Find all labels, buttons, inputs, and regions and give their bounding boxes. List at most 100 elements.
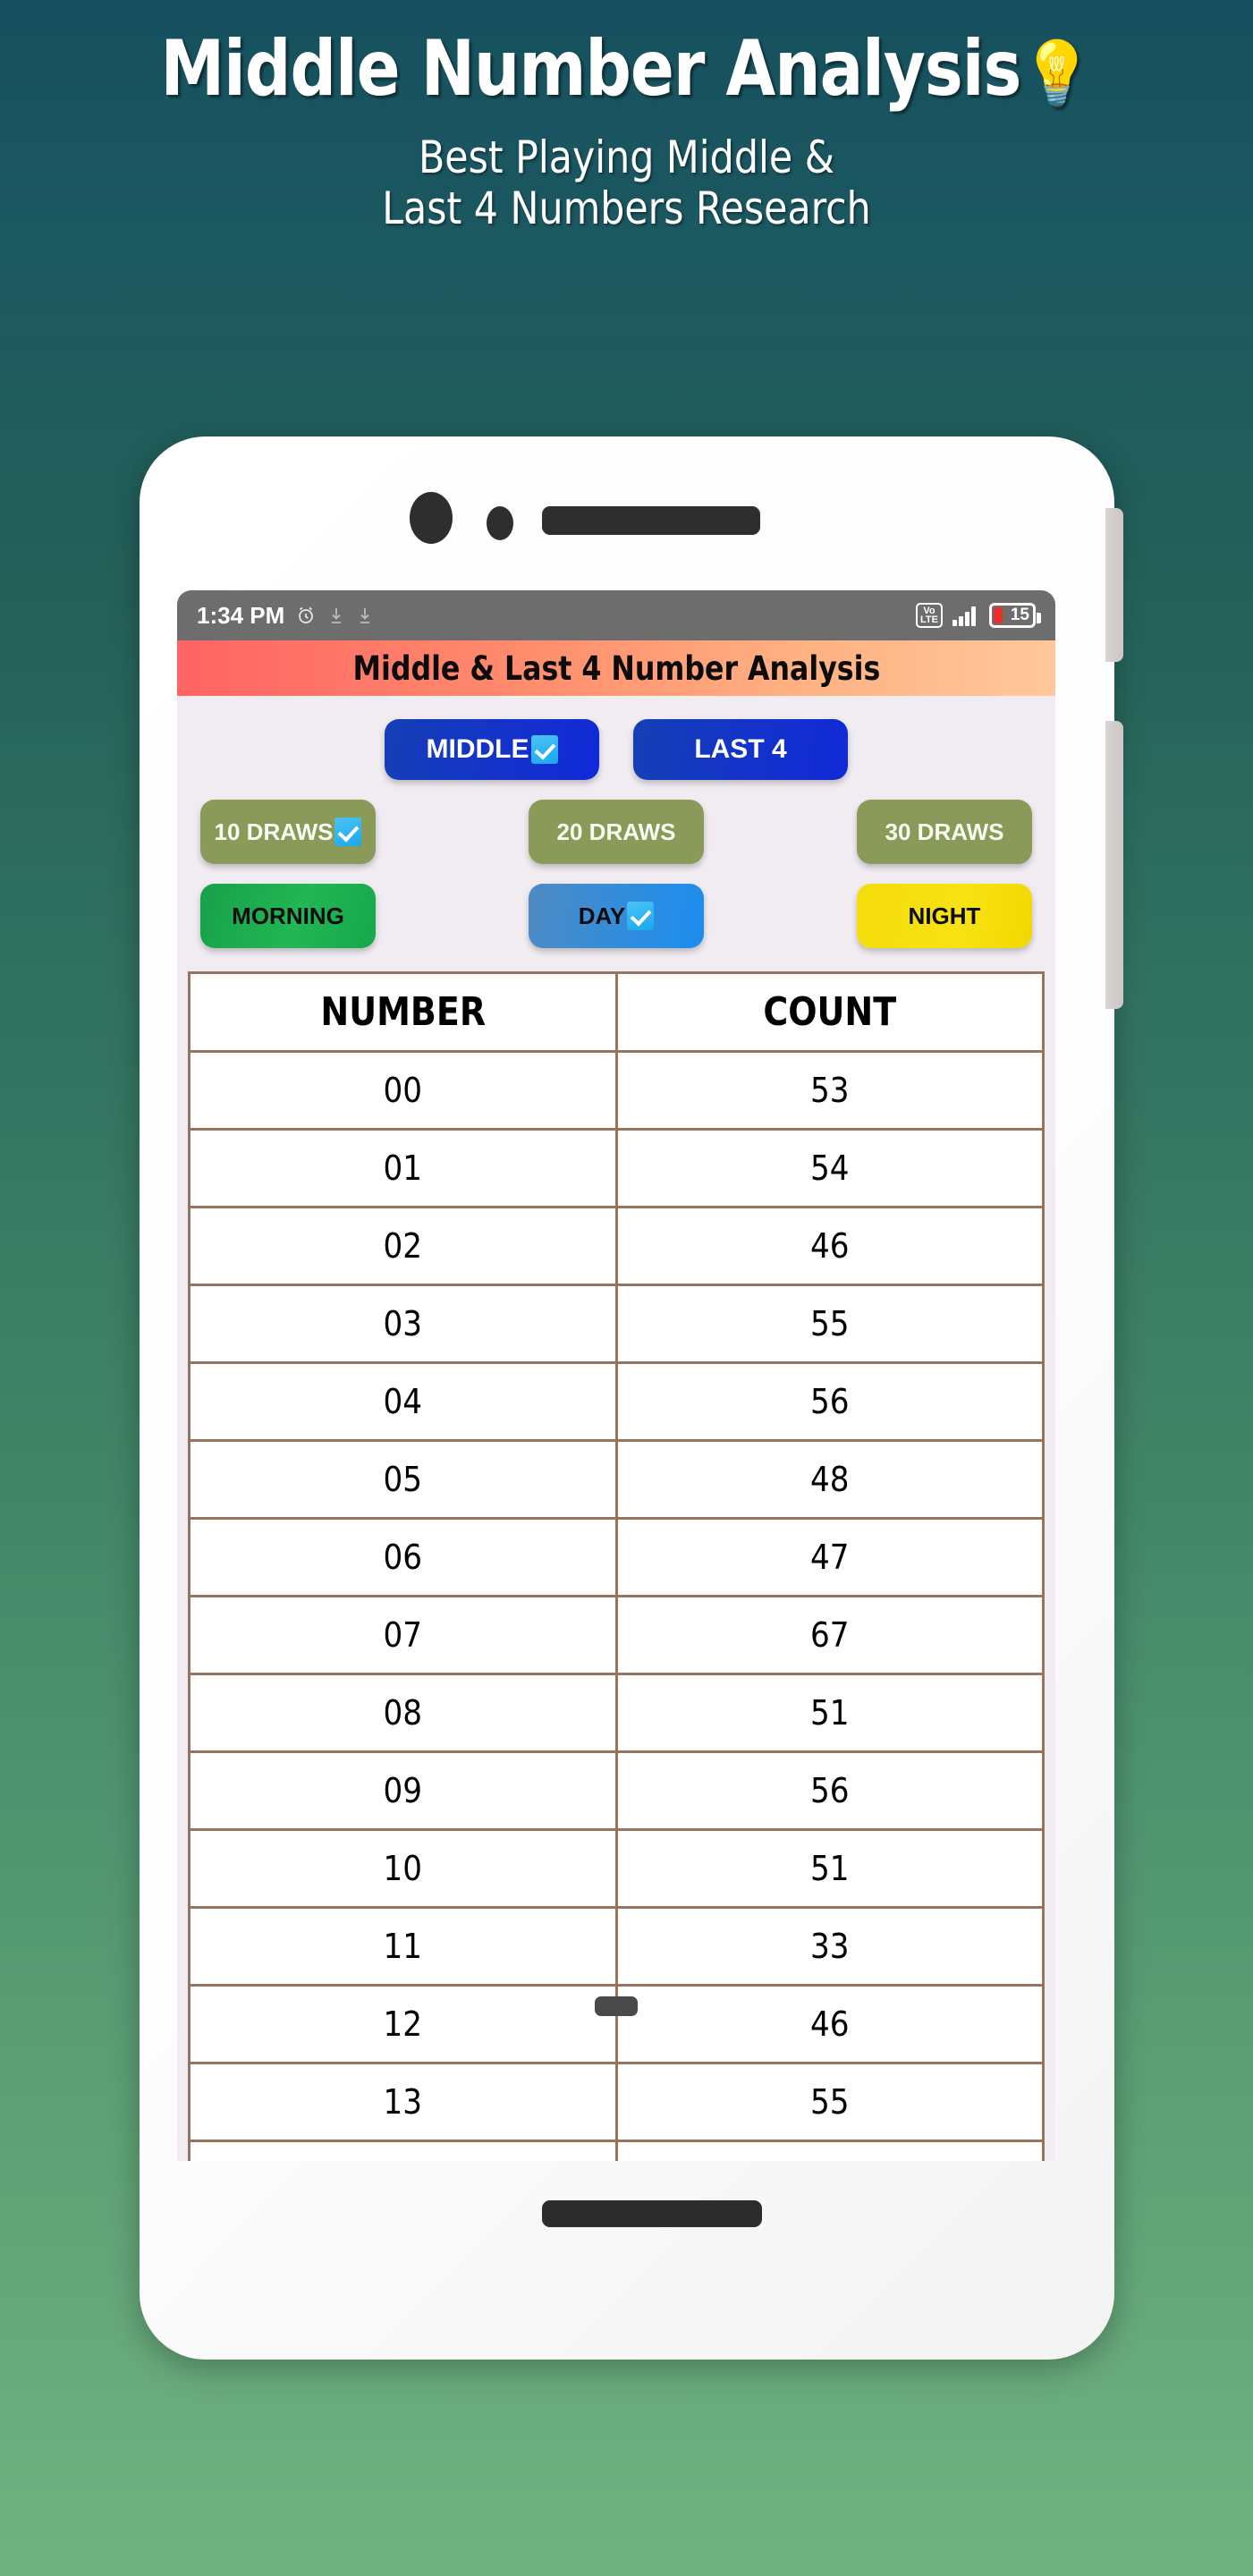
draws-button-30-label: 30 DRAWS	[885, 818, 1004, 845]
phone-side-button-top[interactable]	[1105, 508, 1123, 662]
mode-button-middle[interactable]: MIDDLE	[385, 719, 599, 780]
status-bar: 1:34 PM Vo LTE 15	[177, 590, 1055, 640]
mode-button-last4[interactable]: LAST 4	[633, 719, 848, 780]
cell-count: 56	[614, 1361, 1045, 1442]
table-row: 10 51	[188, 1828, 1045, 1909]
page-title: Middle Number Analysis💡	[44, 30, 1209, 109]
table-row: 07 67	[188, 1595, 1045, 1675]
cell-number: 03	[188, 1284, 618, 1364]
home-indicator[interactable]	[542, 2200, 762, 2227]
promo-subtitle-line1: Best Playing Middle &	[418, 131, 835, 183]
cell-number: 12	[188, 1984, 618, 2064]
page-title-text: Middle Number Analysis	[160, 24, 1021, 114]
table-row: 03 55	[188, 1284, 1045, 1364]
cell-number: 02	[188, 1206, 618, 1286]
draws-button-20-label: 20 DRAWS	[556, 818, 676, 845]
app-bar-title: Middle & Last 4 Number Analysis	[352, 648, 880, 688]
table-row: 00 53	[188, 1050, 1045, 1131]
cell-count: 33	[614, 1906, 1045, 1987]
draws-filter-row: 10 DRAWS 20 DRAWS 30 DRAWS	[200, 800, 1032, 864]
alarm-clock-icon	[295, 605, 317, 626]
cell-number: 06	[188, 1517, 618, 1597]
download-icon	[356, 606, 374, 625]
front-camera-icon	[410, 492, 453, 544]
results-table-head: NUMBER COUNT	[190, 971, 1044, 1053]
time-filter-row: MORNING DAY NIGHT	[200, 884, 1032, 948]
cell-number: 11	[188, 1906, 618, 1987]
column-header-number: NUMBER	[196, 971, 609, 1053]
cell-count: 47	[614, 1517, 1045, 1597]
cell-count: 67	[614, 1595, 1045, 1675]
time-button-night[interactable]: NIGHT	[857, 884, 1032, 948]
cell-number: 13	[188, 2062, 618, 2142]
table-row: 08 51	[188, 1673, 1045, 1753]
cell-count: 56	[614, 1750, 1045, 1831]
cell-count: 53	[614, 1050, 1045, 1131]
volte-icon: Vo LTE	[916, 603, 943, 628]
results-table-wrap: NUMBER COUNT 00 53 01 54 02 46 03 55 04 56 05 48 06 4…	[177, 971, 1055, 2161]
battery-icon: 15	[989, 603, 1041, 628]
column-header-count: COUNT	[623, 971, 1037, 1053]
table-row: 05 48	[188, 1439, 1045, 1520]
results-table-body: 00 53 01 54 02 46 03 55 04 56 05 48 06 47 07 67 08 51 09 56…	[188, 1050, 1045, 2161]
cell-count: 55	[614, 1284, 1045, 1364]
scroll-drag-handle[interactable]	[595, 1996, 638, 2016]
status-bar-right: Vo LTE 15	[916, 603, 1041, 628]
cell-count: 51	[614, 1828, 1045, 1909]
time-button-morning[interactable]: MORNING	[200, 884, 376, 948]
promo-header: Middle Number Analysis💡 Best Playing Mid…	[0, 0, 1253, 234]
earpiece-speaker	[542, 506, 760, 535]
cell-number: 07	[188, 1595, 618, 1675]
time-button-day-label: DAY	[578, 902, 626, 929]
cell-number: 10	[188, 1828, 618, 1909]
check-badge-icon	[530, 735, 558, 764]
cell-number: 14	[188, 2140, 618, 2161]
cell-number: 04	[188, 1361, 618, 1442]
mode-button-middle-label: MIDDLE	[426, 734, 529, 764]
battery-fill	[994, 607, 1003, 623]
check-badge-icon	[334, 818, 362, 846]
time-button-day[interactable]: DAY	[529, 884, 704, 948]
battery-level-text: 15	[1010, 606, 1029, 624]
check-badge-icon	[627, 902, 655, 930]
cell-number: 05	[188, 1439, 618, 1520]
status-time: 1:34 PM	[197, 601, 285, 629]
cell-count: 48	[614, 1439, 1045, 1520]
mode-button-last4-label: LAST 4	[694, 734, 787, 764]
cell-count: 46	[614, 1206, 1045, 1286]
promo-subtitle: Best Playing Middle & Last 4 Numbers Res…	[31, 131, 1222, 234]
cell-number: 08	[188, 1673, 618, 1753]
table-row: 1455	[188, 2140, 1045, 2161]
cell-number: 00	[188, 1050, 618, 1131]
table-header-row: NUMBER COUNT	[190, 971, 1044, 1053]
phone-mockup: 1:34 PM Vo LTE 15 Middle & Last 4 Number…	[140, 436, 1123, 2360]
time-button-morning-label: MORNING	[232, 902, 344, 929]
draws-button-30[interactable]: 30 DRAWS	[857, 800, 1032, 864]
app-bar: Middle & Last 4 Number Analysis	[177, 640, 1055, 696]
signal-bars-icon	[952, 604, 980, 627]
cell-count: 55	[614, 2062, 1045, 2142]
promo-subtitle-line2: Last 4 Numbers Research	[382, 182, 871, 234]
draws-button-10-label: 10 DRAWS	[214, 818, 334, 845]
download-icon	[327, 606, 345, 625]
results-table: NUMBER COUNT 00 53 01 54 02 46 03 55 04 56 05 48 06 4…	[188, 971, 1045, 2161]
table-row: 01 54	[188, 1128, 1045, 1208]
cell-count: 55	[614, 2140, 1045, 2161]
phone-screen: 1:34 PM Vo LTE 15 Middle & Last 4 Number…	[177, 590, 1055, 2161]
status-bar-left: 1:34 PM	[197, 602, 916, 630]
phone-side-button-bottom[interactable]	[1105, 721, 1123, 1009]
table-row: 06 47	[188, 1517, 1045, 1597]
draws-button-20[interactable]: 20 DRAWS	[529, 800, 704, 864]
sensor-dot-icon	[487, 506, 513, 540]
cell-count: 54	[614, 1128, 1045, 1208]
cell-number: 01	[188, 1128, 618, 1208]
mode-filter-row: MIDDLE LAST 4	[200, 719, 1032, 780]
table-row: 09 56	[188, 1750, 1045, 1831]
lightbulb-icon: 💡	[1020, 36, 1093, 110]
cell-count: 51	[614, 1673, 1045, 1753]
draws-button-10[interactable]: 10 DRAWS	[200, 800, 376, 864]
table-row: 13 55	[188, 2062, 1045, 2142]
time-button-night-label: NIGHT	[908, 902, 981, 929]
cell-count: 46	[614, 1984, 1045, 2064]
table-row: 02 46	[188, 1206, 1045, 1286]
